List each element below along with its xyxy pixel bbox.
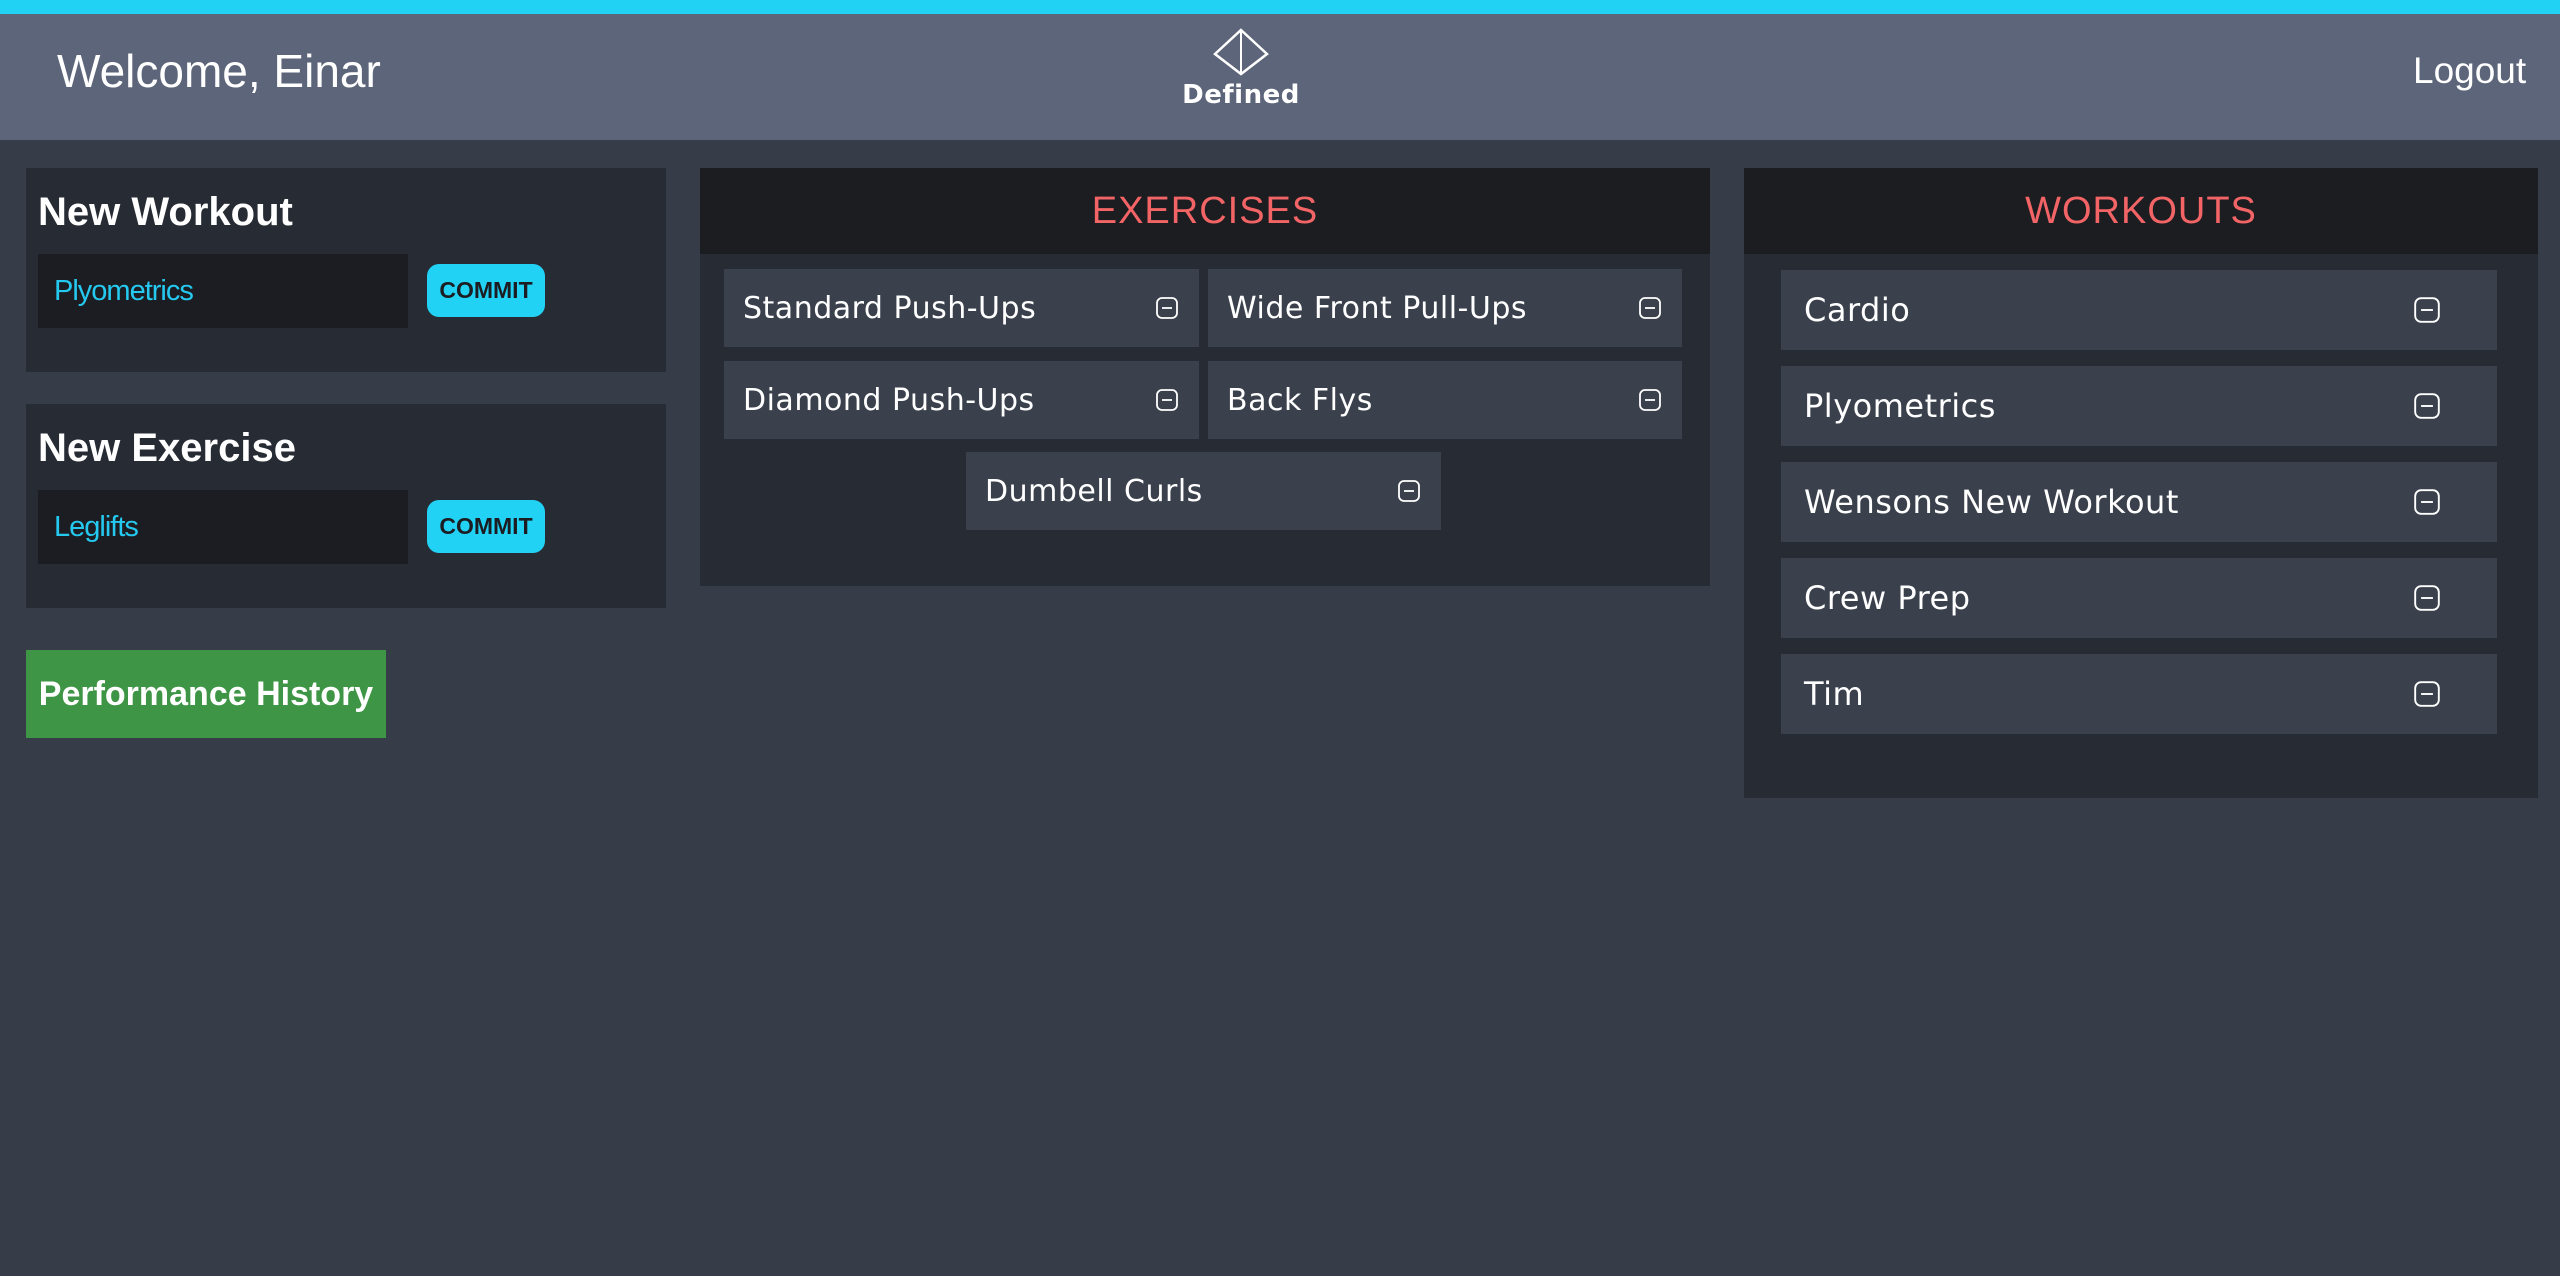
- new-exercise-title: New Exercise: [38, 426, 296, 470]
- minus-square-icon[interactable]: [1639, 389, 1661, 411]
- workout-label: Cardio: [1804, 291, 1911, 329]
- welcome-message: Welcome, Einar: [57, 45, 381, 97]
- workout-label: Tim: [1804, 675, 1865, 713]
- workout-label: Crew Prep: [1804, 579, 1971, 617]
- minus-square-icon[interactable]: [1639, 297, 1661, 319]
- exercise-label: Wide Front Pull-Ups: [1227, 290, 1527, 326]
- diamond-logo-icon: [1213, 28, 1269, 76]
- minus-square-icon[interactable]: [2414, 681, 2440, 707]
- minus-square-icon[interactable]: [1156, 389, 1178, 411]
- exercises-panel: EXERCISES Standard Push-Ups Wide Front P…: [700, 168, 1710, 586]
- commit-exercise-button[interactable]: COMMIT: [427, 500, 545, 553]
- exercise-label: Standard Push-Ups: [743, 290, 1037, 326]
- minus-square-icon[interactable]: [2414, 489, 2440, 515]
- new-workout-title: New Workout: [38, 190, 293, 234]
- new-workout-input[interactable]: Plyometrics: [38, 254, 408, 328]
- minus-square-icon[interactable]: [2414, 297, 2440, 323]
- exercise-card[interactable]: Standard Push-Ups: [724, 269, 1199, 347]
- minus-square-icon[interactable]: [2414, 585, 2440, 611]
- minus-square-icon[interactable]: [2414, 393, 2440, 419]
- app-logo[interactable]: Defined: [1180, 28, 1302, 128]
- workouts-panel: WORKOUTS Cardio Plyometrics Wensons New …: [1744, 168, 2538, 798]
- workout-label: Wensons New Workout: [1804, 483, 2179, 521]
- exercise-card[interactable]: Wide Front Pull-Ups: [1208, 269, 1682, 347]
- workout-card[interactable]: Crew Prep: [1781, 558, 2497, 638]
- exercise-label: Back Flys: [1227, 382, 1373, 418]
- minus-square-icon[interactable]: [1398, 480, 1420, 502]
- header: Welcome, Einar Defined Logout: [0, 14, 2560, 140]
- exercise-label: Dumbell Curls: [985, 473, 1203, 509]
- exercise-label: Diamond Push-Ups: [743, 382, 1035, 418]
- exercise-card[interactable]: Dumbell Curls: [966, 452, 1441, 530]
- workout-card[interactable]: Tim: [1781, 654, 2497, 734]
- new-workout-panel: New Workout Plyometrics COMMIT: [26, 168, 666, 372]
- new-exercise-input[interactable]: Leglifts: [38, 490, 408, 564]
- performance-history-button[interactable]: Performance History: [26, 650, 386, 738]
- workout-card[interactable]: Cardio: [1781, 270, 2497, 350]
- workouts-title: WORKOUTS: [1744, 168, 2538, 254]
- new-exercise-panel: New Exercise Leglifts COMMIT: [26, 404, 666, 608]
- top-accent-bar: [0, 0, 2560, 14]
- logo-text: Defined: [1182, 80, 1300, 110]
- exercise-card[interactable]: Back Flys: [1208, 361, 1682, 439]
- logout-link[interactable]: Logout: [2413, 50, 2526, 92]
- commit-workout-button[interactable]: COMMIT: [427, 264, 545, 317]
- workout-card[interactable]: Plyometrics: [1781, 366, 2497, 446]
- exercises-title: EXERCISES: [700, 168, 1710, 254]
- exercise-card[interactable]: Diamond Push-Ups: [724, 361, 1199, 439]
- minus-square-icon[interactable]: [1156, 297, 1178, 319]
- workout-card[interactable]: Wensons New Workout: [1781, 462, 2497, 542]
- workout-label: Plyometrics: [1804, 387, 1996, 425]
